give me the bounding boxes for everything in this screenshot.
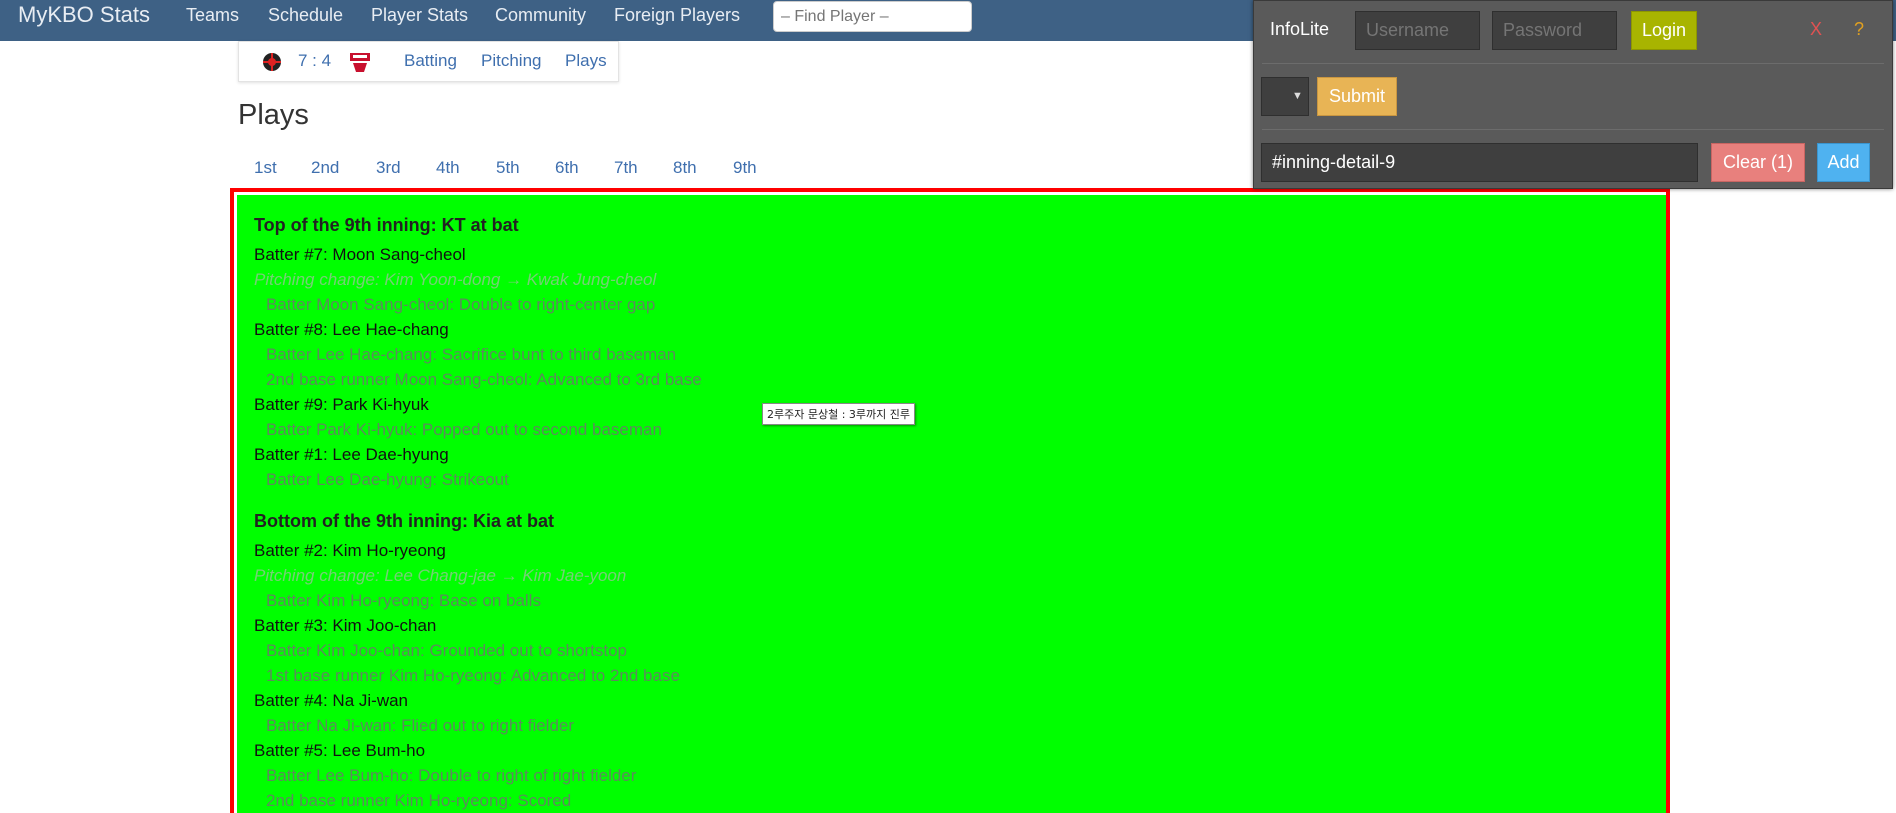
play-line: Batter Park Ki-hyuk: Popped out to secon… (266, 420, 662, 439)
tab-inning-8[interactable]: 8th (673, 158, 697, 178)
nav-community[interactable]: Community (495, 5, 586, 25)
username-input[interactable] (1355, 11, 1480, 50)
pitching-link[interactable]: Pitching (481, 51, 541, 71)
bottom-inning-heading: Bottom of the 9th inning: Kia at bat (254, 511, 554, 531)
game-score: 7 : 4 (298, 51, 332, 70)
tab-inning-1[interactable]: 1st (254, 158, 277, 178)
game-scorebox: 7 : 4 Batting Pitching Plays (238, 41, 619, 82)
play-line: Batter #5: Lee Bum-ho (254, 741, 426, 760)
add-button[interactable]: Add (1817, 143, 1870, 182)
submit-button[interactable]: Submit (1317, 77, 1397, 116)
play-line: Batter Moon Sang-cheol: Double to right-… (266, 295, 656, 314)
play-line: Batter Lee Bum-ho: Double to right of ri… (266, 766, 637, 785)
tab-inning-5[interactable]: 5th (496, 158, 520, 178)
close-button[interactable]: X (1810, 19, 1822, 40)
play-line: Batter #2: Kim Ho-ryeong (254, 541, 446, 560)
play-line: Batter #9: Park Ki-hyuk (254, 395, 429, 414)
divider (1262, 63, 1884, 64)
pitching-change-line: Pitching change: Kim Yoon-dong → Kwak Ju… (254, 270, 657, 289)
nav-schedule[interactable]: Schedule (268, 5, 343, 25)
play-line: Batter Na Ji-wan: Flied out to right fie… (266, 716, 575, 735)
tab-inning-2[interactable]: 2nd (311, 158, 339, 178)
batting-link[interactable]: Batting (404, 51, 457, 71)
infolite-title: InfoLite (1270, 19, 1330, 39)
login-button[interactable]: Login (1631, 11, 1697, 50)
tab-inning-7[interactable]: 7th (614, 158, 638, 178)
tab-inning-4[interactable]: 4th (436, 158, 460, 178)
play-line: Batter Kim Ho-ryeong: Base on balls (266, 591, 541, 610)
play-line: Batter #1: Lee Dae-hyung (254, 445, 449, 464)
chevron-down-icon: ▼ (1292, 90, 1303, 102)
divider (1262, 129, 1884, 130)
play-line: 2nd base runner Moon Sang-cheol: Advance… (266, 370, 702, 389)
nav-teams[interactable]: Teams (186, 5, 239, 25)
play-line: Batter #4: Na Ji-wan (254, 691, 409, 710)
nav-player-stats[interactable]: Player Stats (371, 5, 468, 25)
kia-team-logo (350, 53, 370, 72)
play-line: 2nd base runner Kim Ho-ryeong: Scored (266, 791, 572, 810)
hover-tooltip: 2루주자 문상철 : 3루까지 진루 (762, 403, 916, 425)
nav-foreign-players[interactable]: Foreign Players (614, 5, 740, 25)
tab-inning-3[interactable]: 3rd (376, 158, 401, 178)
inning-detail-content: Top of the 9th inning: KT at bat Batter … (234, 192, 1666, 813)
play-line: Batter Kim Joo-chan: Grounded out to sho… (266, 641, 627, 660)
play-line: 1st base runner Kim Ho-ryeong: Advanced … (266, 666, 680, 685)
clear-button[interactable]: Clear (1) (1711, 143, 1805, 182)
play-line: Batter Lee Hae-chang: Sacrifice bunt to … (266, 345, 677, 364)
plays-link[interactable]: Plays (565, 51, 607, 71)
tab-inning-9[interactable]: 9th (733, 158, 757, 178)
inning-detail-9: Top of the 9th inning: KT at bat Batter … (230, 188, 1670, 813)
kt-team-logo (263, 53, 281, 71)
find-player-input[interactable] (773, 1, 972, 32)
password-input[interactable] (1492, 11, 1617, 50)
play-line: Batter #7: Moon Sang-cheol (254, 245, 466, 264)
help-button[interactable]: ? (1854, 19, 1864, 40)
selector-input[interactable] (1261, 143, 1698, 182)
brand-link[interactable]: MyKBO Stats (18, 3, 150, 27)
play-line: Batter Lee Dae-hyung: Strikeout (266, 470, 509, 489)
page-title: Plays (238, 99, 309, 131)
play-line: Batter #8: Lee Hae-chang (254, 320, 449, 339)
pitching-change-line: Pitching change: Lee Chang-jae → Kim Jae… (254, 566, 627, 585)
infolite-panel: InfoLite Login X ? ▼ Submit Clear (1) Ad… (1253, 0, 1893, 189)
top-inning-heading: Top of the 9th inning: KT at bat (254, 215, 519, 235)
play-line: Batter #3: Kim Joo-chan (254, 616, 437, 635)
tab-inning-6[interactable]: 6th (555, 158, 579, 178)
project-select[interactable]: ▼ (1261, 77, 1309, 116)
